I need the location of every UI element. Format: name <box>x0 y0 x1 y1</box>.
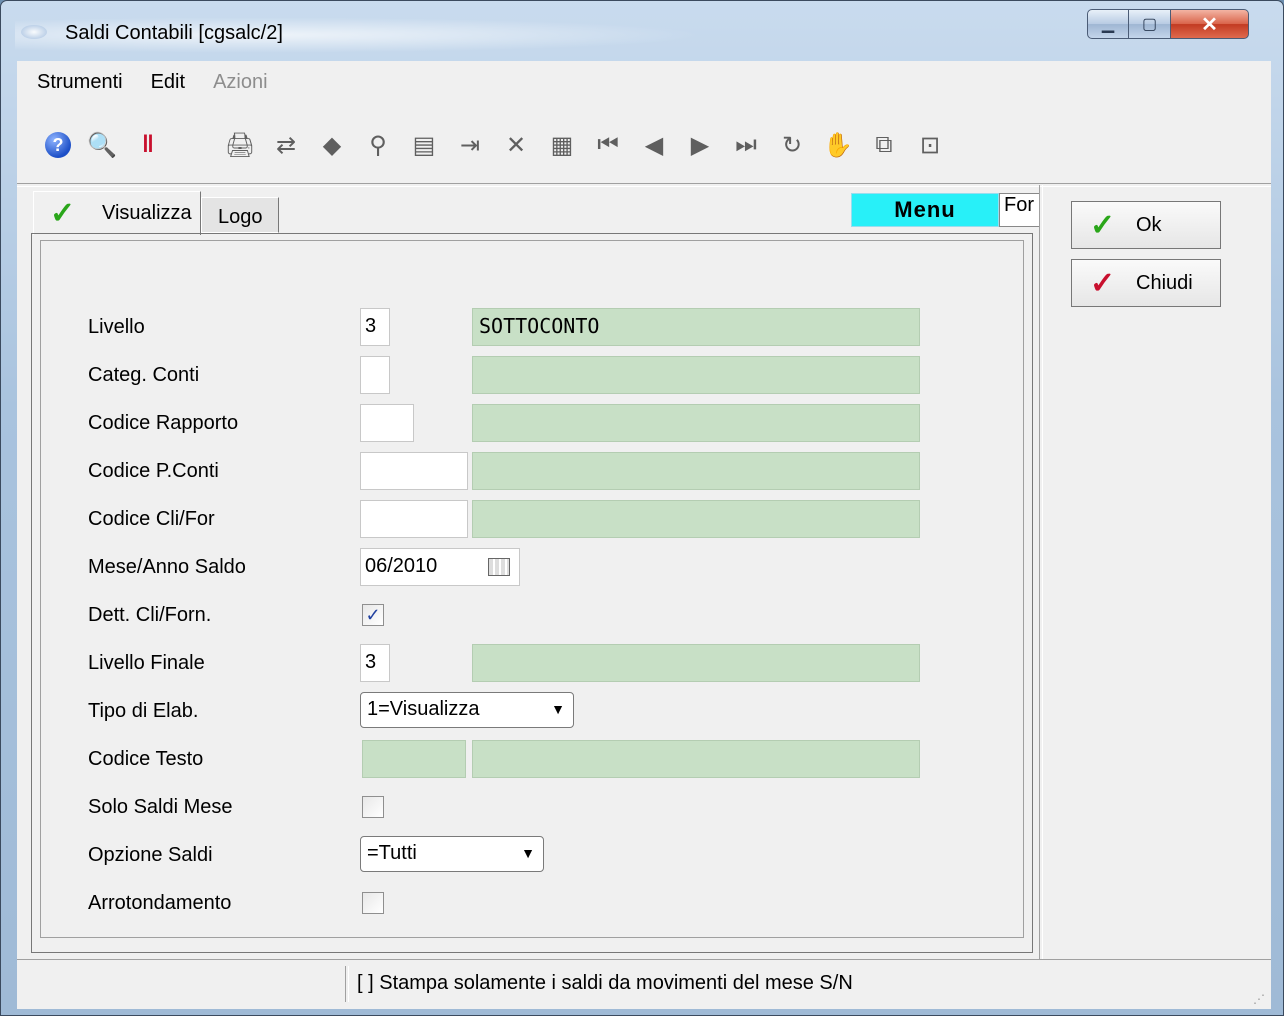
solo-saldi-mese-label: Solo Saldi Mese <box>88 796 233 818</box>
maximize-icon: ▢ <box>1141 16 1158 33</box>
codice-pconti-desc <box>472 452 920 490</box>
livello-finale-input[interactable]: 3 <box>360 644 390 682</box>
arrotondamento-label: Arrotondamento <box>88 892 232 914</box>
tipo-elab-select[interactable]: 1=Visualizza ▼ <box>360 692 574 728</box>
menu-strumenti[interactable]: Strumenti <box>37 71 123 94</box>
settings-icon[interactable]: ⊡ <box>915 130 945 160</box>
next-icon[interactable]: ▶ <box>685 130 715 160</box>
codice-clifor-desc <box>472 500 920 538</box>
codice-testo-label: Codice Testo <box>88 748 204 770</box>
opzione-saldi-select[interactable]: =Tutti ▼ <box>360 836 544 872</box>
categ-conti-label: Categ. Conti <box>88 364 200 386</box>
client-area: Strumenti Edit Azioni ? 🔍 ‖ 🖨 ⇄ ◆ ⚲ ▤ ⇥ … <box>17 61 1271 1009</box>
categ-conti-desc <box>472 356 920 394</box>
ok-label: Ok <box>1136 214 1162 236</box>
last-icon[interactable]: ⏭ <box>731 130 761 160</box>
form-panel: Livello 3 SOTTOCONTO Categ. Conti Codice… <box>31 233 1033 953</box>
toolbar: ? 🔍 ‖ 🖨 ⇄ ◆ ⚲ ▤ ⇥ ✕ ▦ ⏮ ◀ ▶ ⏭ ↻ ✋ ⧉ ⊡ <box>45 125 961 165</box>
mese-anno-saldo-label: Mese/Anno Saldo <box>88 556 246 578</box>
maximize-button[interactable]: ▢ <box>1129 9 1171 39</box>
menu-bar: Strumenti Edit Azioni <box>17 61 1271 103</box>
preview-icon[interactable]: 🔍 <box>87 130 117 160</box>
arrotondamento-checkbox[interactable] <box>362 892 384 914</box>
tipo-elab-label: Tipo di Elab. <box>88 700 199 722</box>
window-controls: ▁ ▢ ✕ <box>1087 9 1249 39</box>
tab-for[interactable]: For <box>999 193 1039 227</box>
codice-clifor-input[interactable] <box>360 500 468 538</box>
refresh-icon[interactable]: ↻ <box>777 130 807 160</box>
menu-azioni[interactable]: Azioni <box>213 71 267 94</box>
chiudi-label: Chiudi <box>1136 272 1193 294</box>
tab-visualizza-label: Visualizza <box>102 202 192 224</box>
bookmark-icon[interactable]: ‖ <box>133 130 163 160</box>
codice-rapporto-desc <box>472 404 920 442</box>
copy-icon[interactable]: ⧉ <box>869 130 899 160</box>
status-separator <box>345 966 349 1002</box>
help-icon[interactable]: ? <box>45 132 71 158</box>
first-icon[interactable]: ⏮ <box>593 130 623 160</box>
menu-edit[interactable]: Edit <box>151 71 185 94</box>
chevron-down-icon: ▼ <box>551 701 565 717</box>
monitor-icon[interactable] <box>179 130 209 160</box>
livello-desc: SOTTOCONTO <box>472 308 920 346</box>
dett-cliforn-label: Dett. Cli/Forn. <box>88 604 212 626</box>
codice-pconti-input[interactable] <box>360 452 468 490</box>
check-icon: ✓ <box>1090 209 1116 242</box>
enter-icon[interactable]: ⇥ <box>455 130 485 160</box>
check-icon: ✓ <box>50 197 76 230</box>
codice-pconti-label: Codice P.Conti <box>88 460 219 482</box>
codice-testo-desc <box>472 740 920 778</box>
close-button[interactable]: ✕ <box>1171 9 1249 39</box>
tab-visualizza[interactable]: ✓ Visualizza <box>33 191 201 235</box>
livello-input[interactable]: 3 <box>360 308 390 346</box>
livello-finale-desc <box>472 644 920 682</box>
hand-icon[interactable]: ✋ <box>823 130 853 160</box>
solo-saldi-mese-checkbox[interactable] <box>362 796 384 818</box>
document-icon[interactable]: ▤ <box>409 130 439 160</box>
panel-divider <box>1039 185 1043 959</box>
toolbar-divider <box>17 183 1271 187</box>
opzione-saldi-value: =Tutti <box>367 842 417 864</box>
menu-button[interactable]: Menu <box>851 193 999 227</box>
minimize-icon: ▁ <box>1101 16 1115 33</box>
status-bar: [ ] Stampa solamente i saldi da moviment… <box>17 959 1271 1010</box>
categ-conti-input[interactable] <box>360 356 390 394</box>
livello-finale-label: Livello Finale <box>88 652 205 674</box>
minimize-button[interactable]: ▁ <box>1087 9 1129 39</box>
codice-rapporto-label: Codice Rapporto <box>88 412 239 434</box>
codice-clifor-label: Codice Cli/For <box>88 508 215 530</box>
livello-label: Livello <box>88 316 145 338</box>
title-bar[interactable]: Saldi Contabili [cgsalc/2] ▁ ▢ ✕ <box>1 1 1283 61</box>
tab-logo[interactable]: Logo <box>201 197 279 233</box>
printer-icon[interactable]: 🖨 <box>225 130 255 160</box>
close-icon: ✕ <box>1201 13 1218 36</box>
app-window: Saldi Contabili [cgsalc/2] ▁ ▢ ✕ Strumen… <box>0 0 1284 1016</box>
delete-icon[interactable]: ✕ <box>501 130 531 160</box>
calc-icon[interactable]: ▦ <box>547 130 577 160</box>
close-check-icon: ✓ <box>1090 267 1116 300</box>
app-icon <box>21 25 47 39</box>
ok-button[interactable]: ✓ Ok <box>1071 201 1221 249</box>
status-text: [ ] Stampa solamente i saldi da moviment… <box>357 972 853 994</box>
chevron-down-icon: ▼ <box>521 845 535 861</box>
tab-logo-label: Logo <box>218 206 263 228</box>
resize-grip-icon[interactable]: ⋰ <box>1253 992 1265 1006</box>
calendar-icon[interactable] <box>488 558 510 576</box>
opzione-saldi-label: Opzione Saldi <box>88 844 213 866</box>
codice-testo-input[interactable] <box>362 740 466 778</box>
chiudi-button[interactable]: ✓ Chiudi <box>1071 259 1221 307</box>
search-key-icon[interactable]: ⚲ <box>363 130 393 160</box>
window-title: Saldi Contabili [cgsalc/2] <box>65 22 283 44</box>
diamond-icon[interactable]: ◆ <box>317 130 347 160</box>
export-icon[interactable]: ⇄ <box>271 130 301 160</box>
dett-cliforn-checkbox[interactable]: ✓ <box>362 604 384 626</box>
codice-rapporto-input[interactable] <box>360 404 414 442</box>
tipo-elab-value: 1=Visualizza <box>367 698 480 720</box>
prev-icon[interactable]: ◀ <box>639 130 669 160</box>
